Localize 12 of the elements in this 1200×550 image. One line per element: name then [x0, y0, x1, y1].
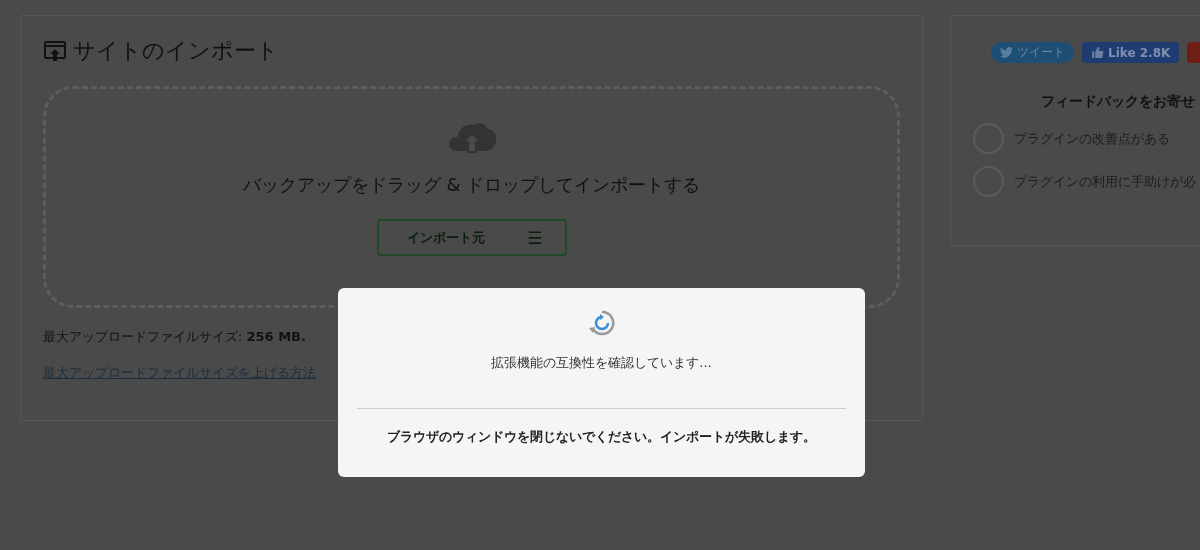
import-from-button[interactable]: インポート元 ☰ [376, 219, 567, 256]
warning-message: ブラウザのウィンドウを閉じないでください。インポートが失敗します。 [387, 429, 816, 446]
status-message: 拡張機能の互換性を確認しています... [491, 354, 712, 372]
thumbs-up-icon [1091, 46, 1104, 59]
like-button[interactable]: Like 2.8K [1082, 42, 1180, 63]
tweet-button[interactable]: ツイート [991, 42, 1074, 63]
refresh-icon [586, 308, 617, 338]
feedback-title: フィードバックをお寄せ [1041, 93, 1196, 111]
panel-title: サイトのインポート [73, 37, 279, 65]
drop-instruction: バックアップをドラッグ & ドロップしてインポートする [242, 173, 701, 197]
upload-window-icon [43, 39, 67, 63]
bird-icon [1000, 47, 1013, 58]
